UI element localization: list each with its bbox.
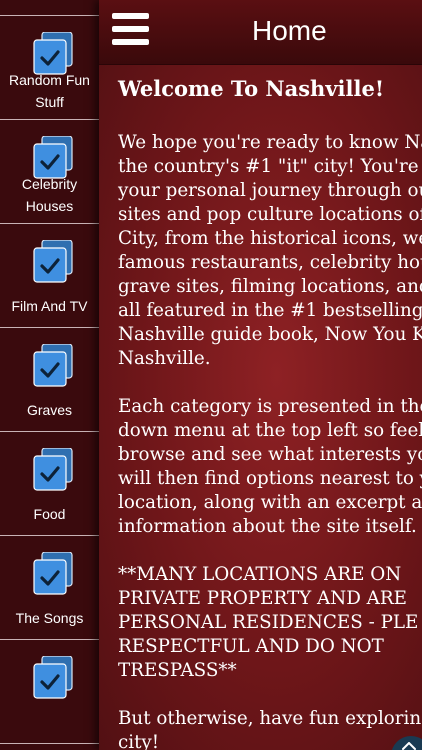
text-line: RESPECTFUL AND DO NOT: [118, 636, 384, 657]
page-title: Home: [252, 15, 327, 46]
sidebar-item-random-fun-stuff[interactable]: Random Fun Stuff: [0, 16, 99, 120]
text-line: We hope you're ready to know Na: [118, 132, 422, 153]
sidebar-item-graves[interactable]: Graves: [0, 328, 99, 432]
text-line: famous restaurants, celebrity hou: [118, 252, 422, 273]
app-header: Home: [99, 0, 422, 65]
sidebar-item-next[interactable]: [0, 640, 99, 744]
text-line: City, from the historical icons, we: [118, 228, 422, 249]
menu-bar: [112, 39, 149, 45]
menu-bar: [112, 13, 149, 19]
sidebar-item-label: Celebrity Houses: [21, 176, 78, 214]
checkbox-tile-icon: [33, 240, 73, 283]
welcome-content: Welcome To Nashville! We hope you're rea…: [118, 74, 422, 750]
welcome-heading: Welcome To Nashville!: [118, 76, 385, 101]
text-line: all featured in the #1 bestselling: [118, 300, 422, 321]
checkbox-tile-icon: [33, 448, 73, 491]
text-line: But otherwise, have fun exploring: [118, 708, 422, 729]
text-line: **MANY LOCATIONS ARE ON: [118, 564, 402, 585]
text-line: will then find options nearest to y: [118, 468, 422, 489]
text-line: information about the site itself.: [118, 516, 417, 537]
warning-paragraph: **MANY LOCATIONS ARE ON PRIVATE PROPERTY…: [118, 563, 422, 683]
checkbox-tile-icon: [33, 656, 73, 699]
sidebar-item-label: Random Fun Stuff: [9, 72, 90, 110]
sidebar-item-label: The Songs: [15, 610, 84, 626]
menu-bar: [112, 26, 149, 32]
text-line: TRESPASS**: [118, 660, 237, 681]
checkbox-tile-icon: [33, 552, 73, 595]
text-line: grave sites, filming locations, and: [118, 276, 422, 297]
hamburger-menu-icon[interactable]: [112, 13, 149, 47]
sidebar: Random Fun Stuff Celebrity Houses Film A…: [0, 0, 99, 750]
text-line: PERSONAL RESIDENCES - PLE: [118, 612, 419, 633]
sidebar-item-film-and-tv[interactable]: Film And TV: [0, 224, 99, 328]
sidebar-item-partial[interactable]: [0, 0, 99, 16]
text-line: Nashville guide book, Now You K: [118, 324, 422, 345]
text-line: city!: [118, 732, 160, 750]
text-line: Nashville.: [118, 348, 211, 369]
text-line: browse and see what interests yo: [118, 444, 422, 465]
closing-paragraph: But otherwise, have fun exploring city!: [118, 707, 422, 750]
text-line: location, along with an excerpt an: [118, 492, 422, 513]
category-paragraph: Each category is presented in the down m…: [118, 395, 422, 539]
text-line: your personal journey through ou: [118, 180, 422, 201]
text-line: Each category is presented in the: [118, 396, 422, 417]
text-line: down menu at the top left so feel: [118, 420, 422, 441]
sidebar-list: Random Fun Stuff Celebrity Houses Film A…: [0, 0, 99, 744]
sidebar-item-the-songs[interactable]: The Songs: [0, 536, 99, 640]
checkbox-tile-icon: [33, 344, 73, 387]
main-panel: Home Welcome To Nashville! We hope you'r…: [99, 0, 422, 750]
text-line: sites and pop culture locations of: [118, 204, 422, 225]
text-line: the country's #1 "it" city! You're: [118, 156, 419, 177]
intro-paragraph: We hope you're ready to know Na the coun…: [118, 131, 422, 371]
sidebar-item-celebrity-houses[interactable]: Celebrity Houses: [0, 120, 99, 224]
sidebar-item-label: Food: [33, 506, 66, 522]
sidebar-item-label: Film And TV: [11, 298, 88, 314]
sidebar-item-label: Graves: [26, 402, 73, 418]
text-line: PRIVATE PROPERTY AND ARE: [118, 588, 407, 609]
sidebar-item-food[interactable]: Food: [0, 432, 99, 536]
chevron-up-icon: [402, 742, 416, 750]
